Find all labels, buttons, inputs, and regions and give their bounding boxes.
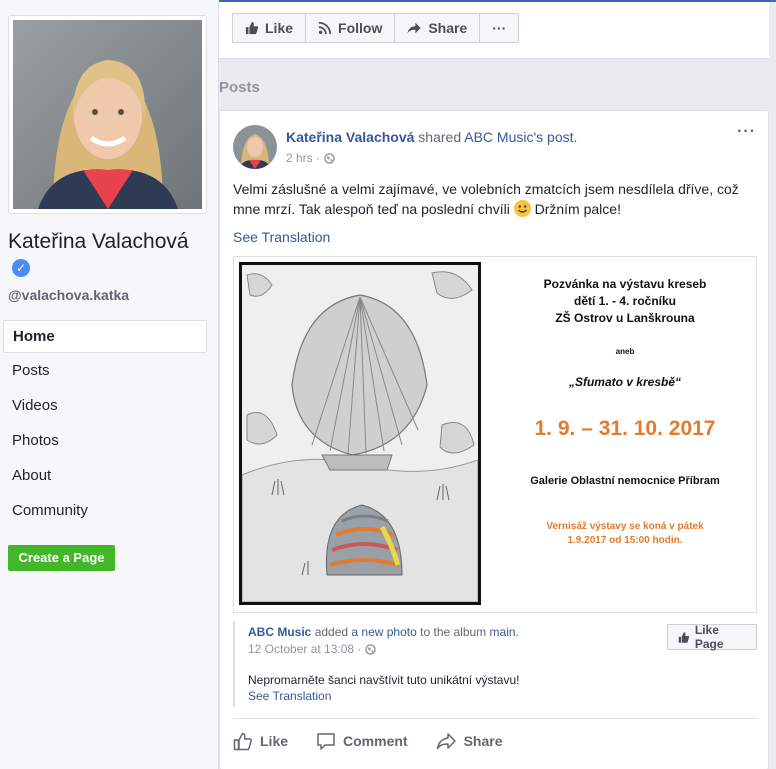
rss-follow-icon	[318, 21, 332, 35]
post-like-label: Like	[260, 733, 289, 749]
globe-icon	[365, 643, 377, 655]
shared-word: shared	[418, 129, 462, 145]
poster-title-line-1: Pozvánka na výstavu kreseb	[543, 277, 707, 291]
author-avatar-image	[233, 125, 277, 169]
profile-photo-image	[13, 20, 202, 209]
share-arrow-outline-icon	[436, 732, 456, 749]
poster-dates: 1. 9. – 31. 10. 2017	[534, 417, 716, 440]
post-header: Kateřina Valachová shared ABC Music's po…	[286, 129, 577, 145]
share-label: Share	[428, 20, 468, 36]
added-word: added	[314, 625, 349, 639]
shared-see-translation-link[interactable]: See Translation	[248, 689, 331, 703]
sidebar-item-posts[interactable]: Posts	[3, 355, 207, 390]
post-comment-button[interactable]: Comment	[316, 726, 408, 756]
poster-opening-line-2: 1.9.2017 od 15:00 hodin.	[567, 535, 683, 546]
shared-post-time-text[interactable]: 12 October at 13:08 ·	[248, 642, 361, 656]
post-time-text[interactable]: 2 hrs ·	[286, 151, 320, 165]
page-action-buttons: Like Follow Share ···	[232, 13, 520, 43]
thumbs-up-icon	[678, 631, 690, 643]
page-title-text: Kateřina Valachová	[8, 230, 189, 253]
sidebar-nav: Home Posts Videos Photos About Community	[3, 320, 207, 530]
globe-icon	[324, 152, 335, 164]
shared-post-text: Nepromarněte šanci navštívit tuto unikát…	[248, 673, 520, 687]
poster-aneb: aneb	[615, 347, 635, 356]
post-author-link[interactable]: Kateřina Valachová	[286, 129, 414, 145]
share-arrow-icon	[407, 22, 421, 34]
like-label: Like	[265, 20, 294, 36]
thumbs-up-outline-icon	[233, 732, 253, 750]
sidebar-item-about[interactable]: About	[3, 460, 207, 495]
shared-source-link[interactable]: ABC Music's post.	[464, 129, 577, 145]
poster-gallery: Galerie Oblastní nemocnice Příbram	[530, 475, 720, 487]
post-text: Velmi záslušné a velmi zajímavé, ve vole…	[233, 179, 753, 219]
more-options-button[interactable]: ···	[480, 14, 518, 42]
post-text-end: Držním palce!	[534, 201, 621, 217]
poster-opening-line-1: Vernisáž výstavy se koná v pátek	[546, 521, 704, 532]
post-footer-actions: Like Comment Share	[233, 726, 757, 756]
to-the-album-word: to the album	[420, 625, 487, 639]
smiley-emoji-icon	[513, 200, 531, 217]
more-dots-icon: ···	[492, 20, 507, 36]
shared-source-name-link[interactable]: ABC Music	[248, 625, 311, 639]
left-sidebar: Kateřina Valachová ✓ @valachova.katka Hom…	[0, 0, 219, 769]
see-translation-link[interactable]: See Translation	[233, 229, 330, 245]
poster-title-line-3: ZŠ Ostrov u Lanškrouna	[555, 311, 695, 325]
page-title: Kateřina Valachová ✓	[8, 229, 208, 281]
profile-picture[interactable]	[8, 15, 207, 214]
shared-post-attribution: ABC Music added a new photo to the album…	[248, 625, 519, 639]
like-page-top-button[interactable]: Like	[233, 14, 307, 42]
shared-photo-box[interactable]: Pozvánka na výstavu kreseb dětí 1. - 4. …	[233, 256, 757, 613]
album-link[interactable]: main.	[490, 625, 519, 639]
sidebar-item-home[interactable]: Home	[3, 320, 207, 353]
post-share-button[interactable]: Share	[436, 726, 503, 756]
like-page-label: Like Page	[694, 623, 724, 651]
thumbs-up-icon	[245, 21, 259, 35]
posts-section-heading: Posts	[219, 79, 260, 96]
sidebar-item-photos[interactable]: Photos	[3, 425, 207, 460]
post-card: Kateřina Valachová shared ABC Music's po…	[219, 110, 769, 769]
like-page-button[interactable]: Like Page	[667, 623, 757, 651]
poster-title-line-2: dětí 1. - 4. ročníku	[573, 294, 677, 308]
verified-badge-icon: ✓	[12, 259, 30, 277]
sidebar-item-videos[interactable]: Videos	[3, 390, 207, 425]
poster-opening: Vernisáž výstavy se koná v pátek 1.9.201…	[494, 520, 756, 548]
shared-post-meta: ABC Music added a new photo to the album…	[233, 621, 757, 707]
post-like-button[interactable]: Like	[233, 726, 288, 756]
page-action-bar: Like Follow Share ···	[219, 2, 769, 59]
post-comment-label: Comment	[343, 733, 408, 749]
shared-post-timestamp: 12 October at 13:08 ·	[248, 642, 377, 656]
comment-bubble-icon	[317, 732, 335, 750]
post-options-button[interactable]: ···	[737, 123, 756, 141]
poster-subtitle: „Sfumato v kresbě“	[568, 375, 682, 389]
share-top-button[interactable]: Share	[395, 14, 481, 42]
post-share-label: Share	[463, 733, 503, 749]
author-avatar[interactable]	[233, 125, 277, 169]
shell-drawing-image	[239, 262, 481, 605]
post-timestamp: 2 hrs ·	[286, 151, 335, 165]
create-page-button[interactable]: Create a Page	[8, 545, 115, 571]
sidebar-item-community[interactable]: Community	[3, 495, 207, 530]
follow-label: Follow	[338, 20, 383, 36]
post-text-body: Velmi záslušné a velmi zajímavé, ve vole…	[233, 181, 739, 217]
page-username: @valachova.katka	[8, 287, 130, 303]
new-photo-link[interactable]: a new photo	[351, 625, 416, 639]
post-footer-divider	[233, 718, 757, 719]
poster-title: Pozvánka na výstavu kreseb dětí 1. - 4. …	[494, 276, 756, 327]
follow-button[interactable]: Follow	[306, 14, 396, 42]
shared-photo[interactable]: Pozvánka na výstavu kreseb dětí 1. - 4. …	[234, 257, 756, 612]
shell-drawing-art	[242, 265, 478, 602]
